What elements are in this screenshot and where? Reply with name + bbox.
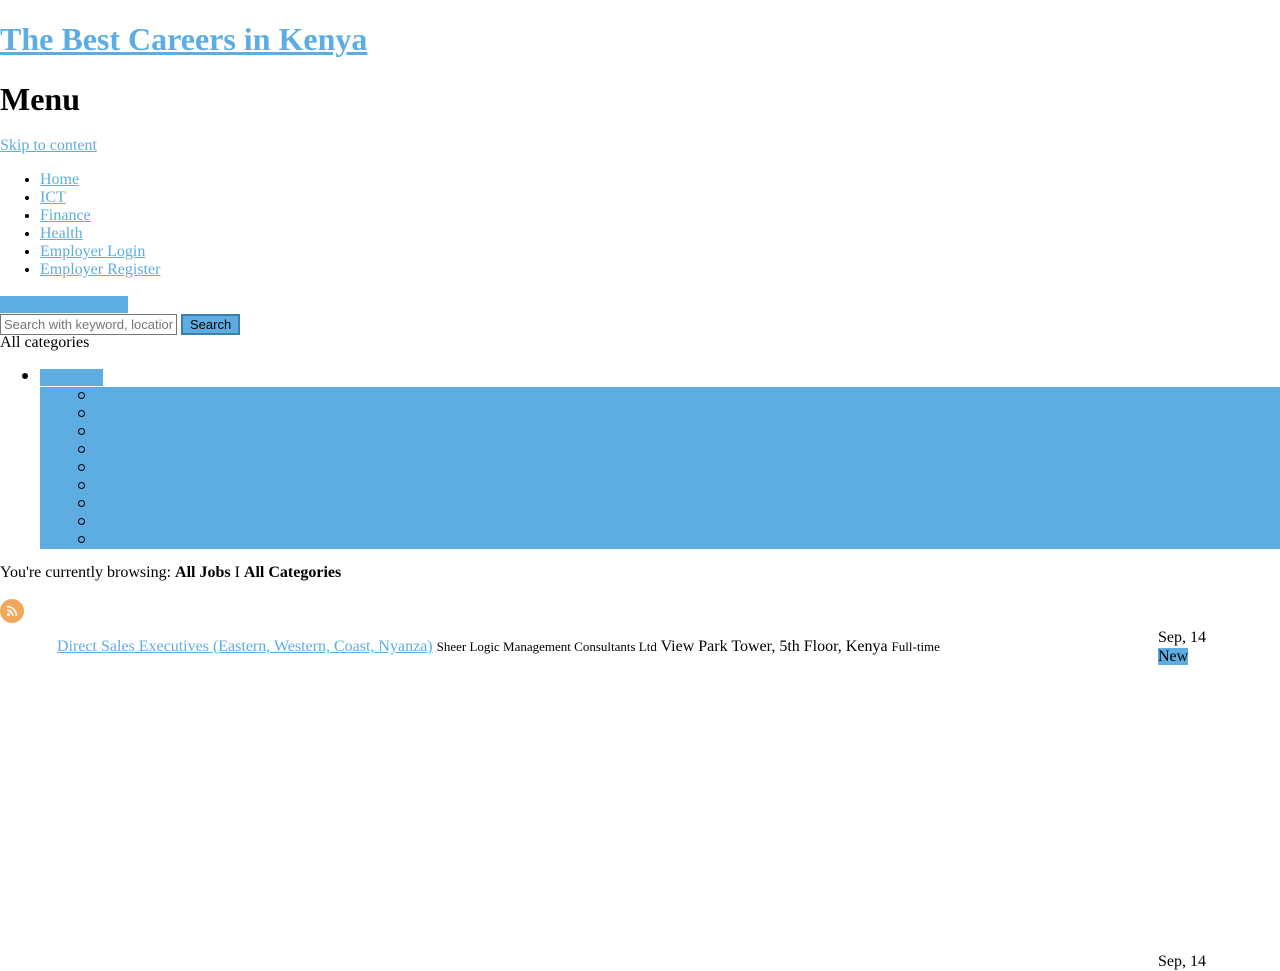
nav-link-ict[interactable]: ICT <box>40 189 66 206</box>
main-nav: Home ICT Finance Health Employer Login E… <box>0 171 160 279</box>
nav-link-employer-register[interactable]: Employer Register <box>40 261 160 278</box>
circle-bullet-icon <box>78 500 85 507</box>
search-header-bar <box>0 296 128 313</box>
job-title-link[interactable]: Direct Sales Executives (Eastern, Wester… <box>57 638 433 655</box>
browsing-jobs: All Jobs <box>175 564 231 581</box>
category-dropdown-panel <box>40 387 1280 549</box>
category-item[interactable] <box>40 405 1280 423</box>
browsing-separator: I <box>230 564 244 581</box>
nav-item-employer-register: Employer Register <box>40 261 160 279</box>
category-item[interactable] <box>40 495 1280 513</box>
category-tab[interactable] <box>40 369 103 386</box>
circle-bullet-icon <box>78 446 85 453</box>
browsing-categories: All Categories <box>243 564 342 581</box>
category-select[interactable]: All categories <box>0 334 89 352</box>
category-item[interactable] <box>40 423 1280 441</box>
nav-item-finance: Finance <box>40 207 160 225</box>
browsing-breadcrumb: You're currently browsing: All Jobs I Al… <box>0 564 341 582</box>
site-title: The Best Careers in Kenya <box>0 18 367 60</box>
menu-heading: Menu <box>0 81 80 117</box>
search-form: Search <box>0 314 241 335</box>
job-location: View Park Tower, 5th Floor, Kenya <box>660 638 888 655</box>
circle-bullet-icon <box>78 410 85 417</box>
circle-bullet-icon <box>78 518 85 525</box>
nav-link-health[interactable]: Health <box>40 225 83 242</box>
category-bullet-icon <box>22 373 28 379</box>
job-date: Sep, 14 <box>1158 953 1206 970</box>
job-date: Sep, 14 <box>1158 629 1206 646</box>
nav-item-health: Health <box>40 225 160 243</box>
job-company: Sheer Logic Management Consultants Ltd <box>436 639 657 654</box>
nav-item-ict: ICT <box>40 189 160 207</box>
site-title-link[interactable]: The Best Careers in Kenya <box>0 21 367 57</box>
circle-bullet-icon <box>78 428 85 435</box>
job-type: Full-time <box>891 639 940 654</box>
circle-bullet-icon <box>78 392 85 399</box>
job-listing-row: Direct Sales Executives (Eastern, Wester… <box>57 638 940 656</box>
nav-item-employer-login: Employer Login <box>40 243 160 261</box>
category-item[interactable] <box>40 387 1280 405</box>
nav-item-home: Home <box>40 171 160 189</box>
nav-link-home[interactable]: Home <box>40 171 79 188</box>
circle-bullet-icon <box>78 464 85 471</box>
category-item[interactable] <box>40 459 1280 477</box>
nav-link-finance[interactable]: Finance <box>40 207 91 224</box>
skip-to-content-link[interactable]: Skip to content <box>0 137 97 155</box>
search-button[interactable]: Search <box>181 314 241 335</box>
search-input[interactable] <box>0 314 177 335</box>
nav-link-employer-login[interactable]: Employer Login <box>40 243 145 260</box>
circle-bullet-icon <box>78 482 85 489</box>
category-item[interactable] <box>40 531 1280 549</box>
category-item[interactable] <box>40 513 1280 531</box>
category-item[interactable] <box>40 477 1280 495</box>
new-badge: New <box>1158 648 1189 665</box>
browsing-prefix: You're currently browsing: <box>0 564 176 581</box>
category-item[interactable] <box>40 441 1280 459</box>
rss-feed-icon[interactable] <box>0 599 24 623</box>
circle-bullet-icon <box>78 536 85 543</box>
